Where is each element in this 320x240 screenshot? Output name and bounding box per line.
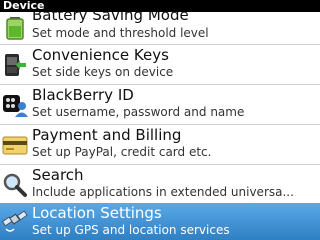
convenience-keys-icon xyxy=(2,52,28,78)
item-subtitle: Set side keys on device xyxy=(32,65,174,79)
item-subtitle: Set up PayPal, credit card etc. xyxy=(32,145,212,159)
search-icon xyxy=(2,172,28,198)
item-subtitle: Set up GPS and location services xyxy=(32,223,230,237)
list-item-blackberry-id[interactable]: BlackBerry ID Set username, password and… xyxy=(0,85,320,125)
screen-title: Device xyxy=(0,0,320,12)
item-subtitle: Set mode and threshold level xyxy=(32,26,209,40)
item-title: Location Settings xyxy=(32,204,162,222)
list-item-payment-and-billing[interactable]: Payment and Billing Set up PayPal, credi… xyxy=(0,125,320,165)
item-subtitle: Set username, password and name xyxy=(32,105,245,119)
item-subtitle: Include applications in extended univers… xyxy=(32,185,294,199)
blackberry-id-icon xyxy=(2,92,28,118)
list-item-convenience-keys[interactable]: Convenience Keys Set side keys on device xyxy=(0,45,320,85)
credit-card-icon xyxy=(2,132,28,158)
item-title: BlackBerry ID xyxy=(32,86,134,104)
list-item-location-settings[interactable]: Location Settings Set up GPS and locatio… xyxy=(0,203,320,240)
item-title: Convenience Keys xyxy=(32,46,169,64)
battery-icon xyxy=(2,14,28,40)
item-title: Search xyxy=(32,166,84,184)
item-title: Payment and Billing xyxy=(32,126,182,144)
satellite-icon xyxy=(2,209,28,235)
list-item-search[interactable]: Search Include applications in extended … xyxy=(0,165,320,205)
